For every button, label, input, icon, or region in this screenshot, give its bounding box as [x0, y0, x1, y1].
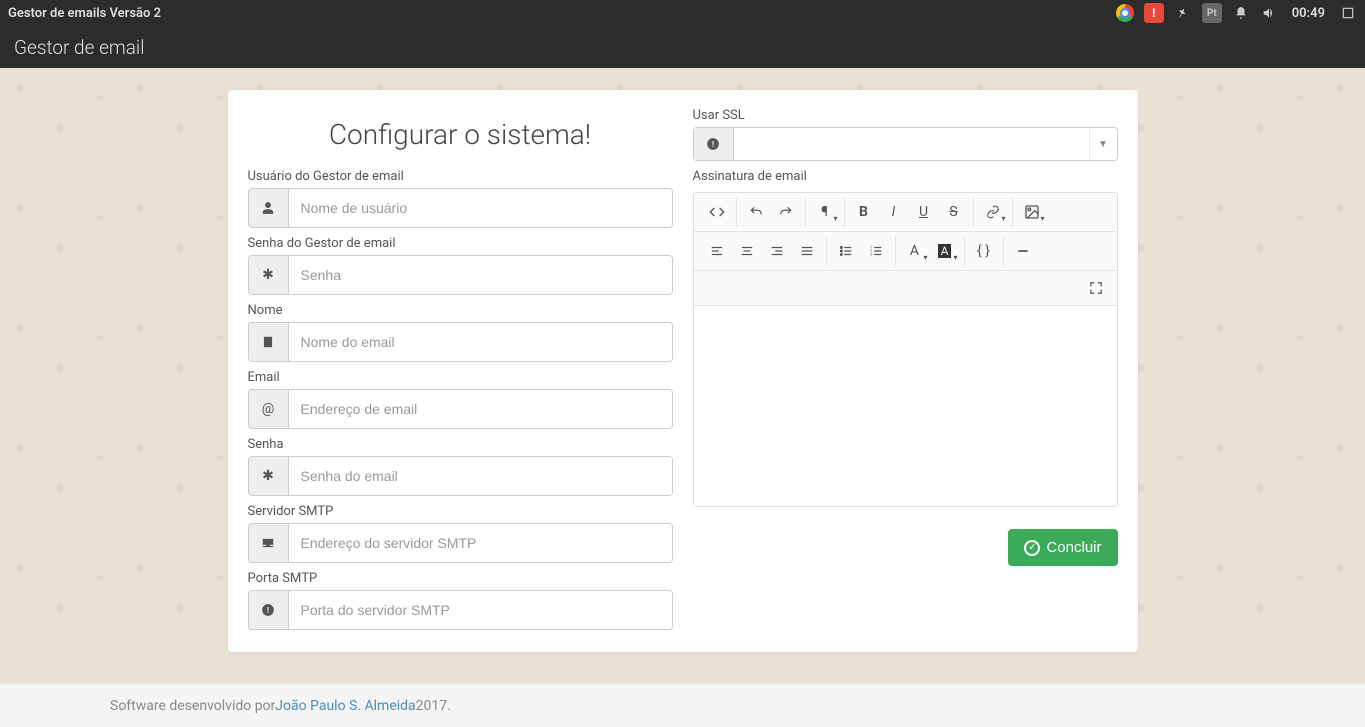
editor-content-area[interactable]	[694, 306, 1117, 506]
code-block-icon[interactable]: { }	[969, 236, 999, 266]
undo-icon[interactable]	[741, 197, 771, 227]
unordered-list-icon[interactable]	[831, 236, 861, 266]
ordered-list-icon[interactable]: 123	[861, 236, 891, 266]
notification-icon[interactable]	[1232, 4, 1250, 22]
font-color-icon[interactable]: A▾	[900, 236, 930, 266]
smtp-port-input-group: !	[248, 590, 673, 630]
at-icon: @	[249, 390, 289, 428]
username-input[interactable]	[289, 189, 672, 227]
system-bar: Gestor de emails Versão 2 ! Pt 00:49	[0, 0, 1365, 26]
pin-icon[interactable]	[1174, 4, 1192, 22]
username-label: Usuário do Gestor de email	[248, 169, 673, 184]
smtp-port-input[interactable]	[289, 591, 672, 629]
smtp-port-label: Porta SMTP	[248, 571, 673, 586]
password-input-group: ✱	[248, 255, 673, 295]
editor-toolbar-row2: 123 A▾ A▾ { }	[694, 232, 1117, 271]
window-controls-icon[interactable]	[1339, 4, 1357, 22]
info-icon: !	[249, 591, 289, 629]
check-circle-icon: ✓	[1024, 540, 1040, 556]
password-label: Senha do Gestor de email	[248, 236, 673, 251]
signature-editor: ¶▾ B I U S ▾ ▾	[693, 192, 1118, 507]
smtp-server-input[interactable]	[289, 524, 672, 562]
footer-author-link[interactable]: João Paulo S. Almeida	[275, 698, 415, 714]
app-title: Gestor de email	[14, 36, 144, 59]
editor-toolbar-row1: ¶▾ B I U S ▾ ▾	[694, 193, 1117, 232]
form-right-column: Usar SSL ! ▼ Assinatura de email	[693, 108, 1118, 630]
align-left-icon[interactable]	[702, 236, 732, 266]
asterisk-icon: ✱	[249, 457, 289, 495]
image-icon[interactable]: ▾	[1017, 197, 1047, 227]
window-title: Gestor de emails Versão 2	[8, 6, 1116, 21]
asterisk-icon: ✱	[249, 256, 289, 294]
redo-icon[interactable]	[771, 197, 801, 227]
link-icon[interactable]: ▾	[978, 197, 1008, 227]
signature-label: Assinatura de email	[693, 169, 1118, 184]
smtp-server-label: Servidor SMTP	[248, 504, 673, 519]
email-password-input-group: ✱	[248, 456, 673, 496]
footer-suffix: 2017.	[416, 698, 451, 714]
align-center-icon[interactable]	[732, 236, 762, 266]
username-input-group	[248, 188, 673, 228]
warning-icon[interactable]: !	[1144, 3, 1164, 23]
smtp-server-input-group	[248, 523, 673, 563]
footer: Software desenvolvido por João Paulo S. …	[0, 683, 1365, 727]
form-left-column: Configurar o sistema! Usuário do Gestor …	[248, 108, 673, 630]
ssl-select[interactable]	[734, 128, 1089, 160]
chevron-down-icon: ▼	[1089, 128, 1117, 160]
align-justify-icon[interactable]	[792, 236, 822, 266]
name-label: Nome	[248, 303, 673, 318]
inbox-icon	[249, 524, 289, 562]
email-label: Email	[248, 370, 673, 385]
password-input[interactable]	[289, 256, 672, 294]
code-view-icon[interactable]	[702, 197, 732, 227]
bold-icon[interactable]: B	[849, 197, 879, 227]
submit-row: ✓ Concluir	[693, 529, 1118, 566]
editor-toolbar-row3	[694, 271, 1117, 306]
submit-button-label: Concluir	[1046, 539, 1101, 556]
horizontal-rule-icon[interactable]	[1008, 236, 1038, 266]
panel-title: Configurar o sistema!	[248, 118, 673, 151]
language-indicator[interactable]: Pt	[1202, 3, 1222, 23]
name-input[interactable]	[289, 323, 672, 361]
footer-prefix: Software desenvolvido por	[110, 698, 275, 714]
strikethrough-icon[interactable]: S	[939, 197, 969, 227]
info-icon: !	[694, 128, 734, 160]
volume-icon[interactable]	[1260, 4, 1278, 22]
app-header: Gestor de email	[0, 26, 1365, 68]
svg-text:!: !	[267, 605, 269, 615]
chrome-icon[interactable]	[1116, 4, 1134, 22]
user-icon	[249, 189, 289, 227]
clock[interactable]: 00:49	[1292, 6, 1325, 21]
submit-button[interactable]: ✓ Concluir	[1008, 529, 1117, 566]
email-password-label: Senha	[248, 437, 673, 452]
email-input-group: @	[248, 389, 673, 429]
system-tray: ! Pt 00:49	[1116, 3, 1357, 23]
svg-text:!: !	[712, 139, 714, 149]
name-input-group	[248, 322, 673, 362]
book-icon	[249, 323, 289, 361]
svg-text:3: 3	[870, 253, 872, 257]
ssl-label: Usar SSL	[693, 108, 1118, 123]
email-input[interactable]	[289, 390, 672, 428]
paragraph-format-icon[interactable]: ¶▾	[810, 197, 840, 227]
fullscreen-icon[interactable]	[1081, 273, 1111, 303]
email-password-input[interactable]	[289, 457, 672, 495]
config-panel: Configurar o sistema! Usuário do Gestor …	[228, 90, 1138, 652]
background-color-icon[interactable]: A▾	[930, 236, 960, 266]
underline-icon[interactable]: U	[909, 197, 939, 227]
italic-icon[interactable]: I	[879, 197, 909, 227]
ssl-select-group: ! ▼	[693, 127, 1118, 161]
align-right-icon[interactable]	[762, 236, 792, 266]
